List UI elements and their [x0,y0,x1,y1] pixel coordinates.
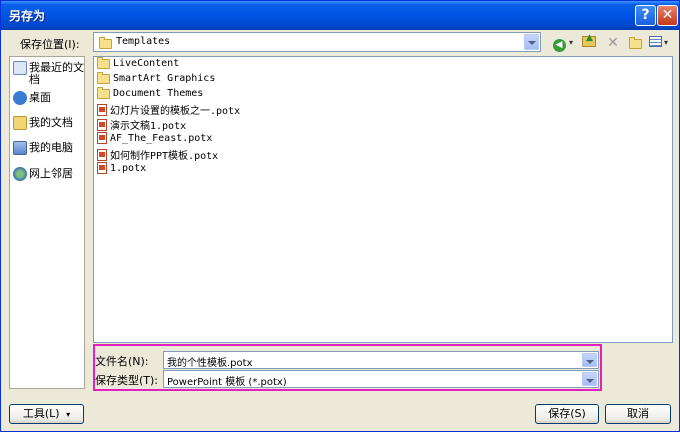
up-folder-icon[interactable]: ▲ [579,34,599,52]
file-name: 演示文稿1.potx [110,121,187,132]
place-label: 桌面 [29,91,51,104]
potx-file-icon [97,162,107,174]
back-icon[interactable]: ◀ [549,34,569,52]
list-item-folder[interactable]: LiveContent [97,56,180,72]
list-item-folder[interactable]: Document Themes [97,86,204,102]
desktop-icon [13,91,27,105]
list-item-file[interactable]: 幻灯片设置的模板之一.potx [97,102,241,117]
potx-file-icon [97,103,107,116]
place-network-places[interactable]: 网上邻居 [13,167,85,183]
place-my-documents[interactable]: 我的文档 [13,116,85,132]
place-recent-documents[interactable]: 我最近的文档 [13,61,85,87]
place-desktop[interactable]: 桌面 [13,91,85,107]
list-item-folder[interactable]: SmartArt Graphics [97,71,216,87]
network-places-icon [13,167,27,181]
file-name: SmartArt Graphics [113,73,216,84]
cancel-button[interactable]: 取消 [605,404,671,424]
file-name: 如何制作PPT模板.potx [110,151,219,162]
file-name: AF_The_Feast.potx [110,132,213,144]
save-label: 保存(S) [548,407,586,420]
place-my-computer[interactable]: 我的电脑 [13,141,85,157]
back-dropdown-icon[interactable]: ▾ [567,34,575,52]
place-label: 我的电脑 [29,141,73,154]
file-name: 幻灯片设置的模板之一.potx [110,106,241,117]
delete-icon[interactable]: ✕ [603,34,623,52]
list-item-file[interactable]: 1.potx [97,162,146,176]
recent-docs-icon [13,61,27,75]
close-icon: ✕ [661,7,674,23]
highlight-box [93,344,602,391]
potx-file-icon [97,118,107,131]
views-dropdown-icon[interactable]: ▾ [662,34,670,52]
tools-button[interactable]: 工具(L) ▾ [9,404,84,424]
place-label: 我最近的文档 [29,61,84,86]
save-button[interactable]: 保存(S) [535,404,599,424]
file-list[interactable]: LiveContent SmartArt Graphics Document T… [93,56,673,343]
place-label: 网上邻居 [29,167,73,180]
chevron-down-icon: ▾ [66,410,71,419]
list-item-file[interactable]: AF_The_Feast.potx [97,132,212,146]
my-documents-icon [13,116,27,130]
window-title: 另存为 [9,9,46,23]
location-folder-icon [99,37,112,50]
tools-label: 工具(L) [22,407,60,420]
places-bar: 我最近的文档 桌面 我的文档 我的电脑 网上邻居 [9,56,85,389]
location-value: Templates [116,36,171,47]
folder-icon [97,71,110,84]
folder-icon [97,56,110,69]
potx-file-icon [97,132,107,144]
place-label: 我的文档 [29,116,73,129]
close-button[interactable]: ✕ [657,5,678,26]
list-item-file[interactable]: 演示文稿1.potx [97,117,187,132]
title-bar[interactable]: 另存为 ? ✕ [1,1,679,30]
location-label: 保存位置(I): [20,38,80,51]
location-dropdown-arrow[interactable] [524,34,539,50]
file-name: 1.potx [110,162,147,174]
file-name: Document Themes [113,88,204,99]
file-name: LiveContent [113,58,180,69]
location-combo[interactable]: Templates [93,32,541,52]
save-as-dialog: 另存为 ? ✕ 保存位置(I): Templates ◀ ▾ ▲ ✕ ▾ 我最近… [0,0,680,432]
my-computer-icon [13,141,27,155]
new-folder-icon[interactable] [625,34,645,52]
folder-icon [97,86,110,99]
help-button[interactable]: ? [635,5,656,26]
potx-file-icon [97,148,107,161]
help-icon: ? [641,7,650,23]
list-item-file[interactable]: 如何制作PPT模板.potx [97,147,219,162]
cancel-label: 取消 [627,407,649,420]
